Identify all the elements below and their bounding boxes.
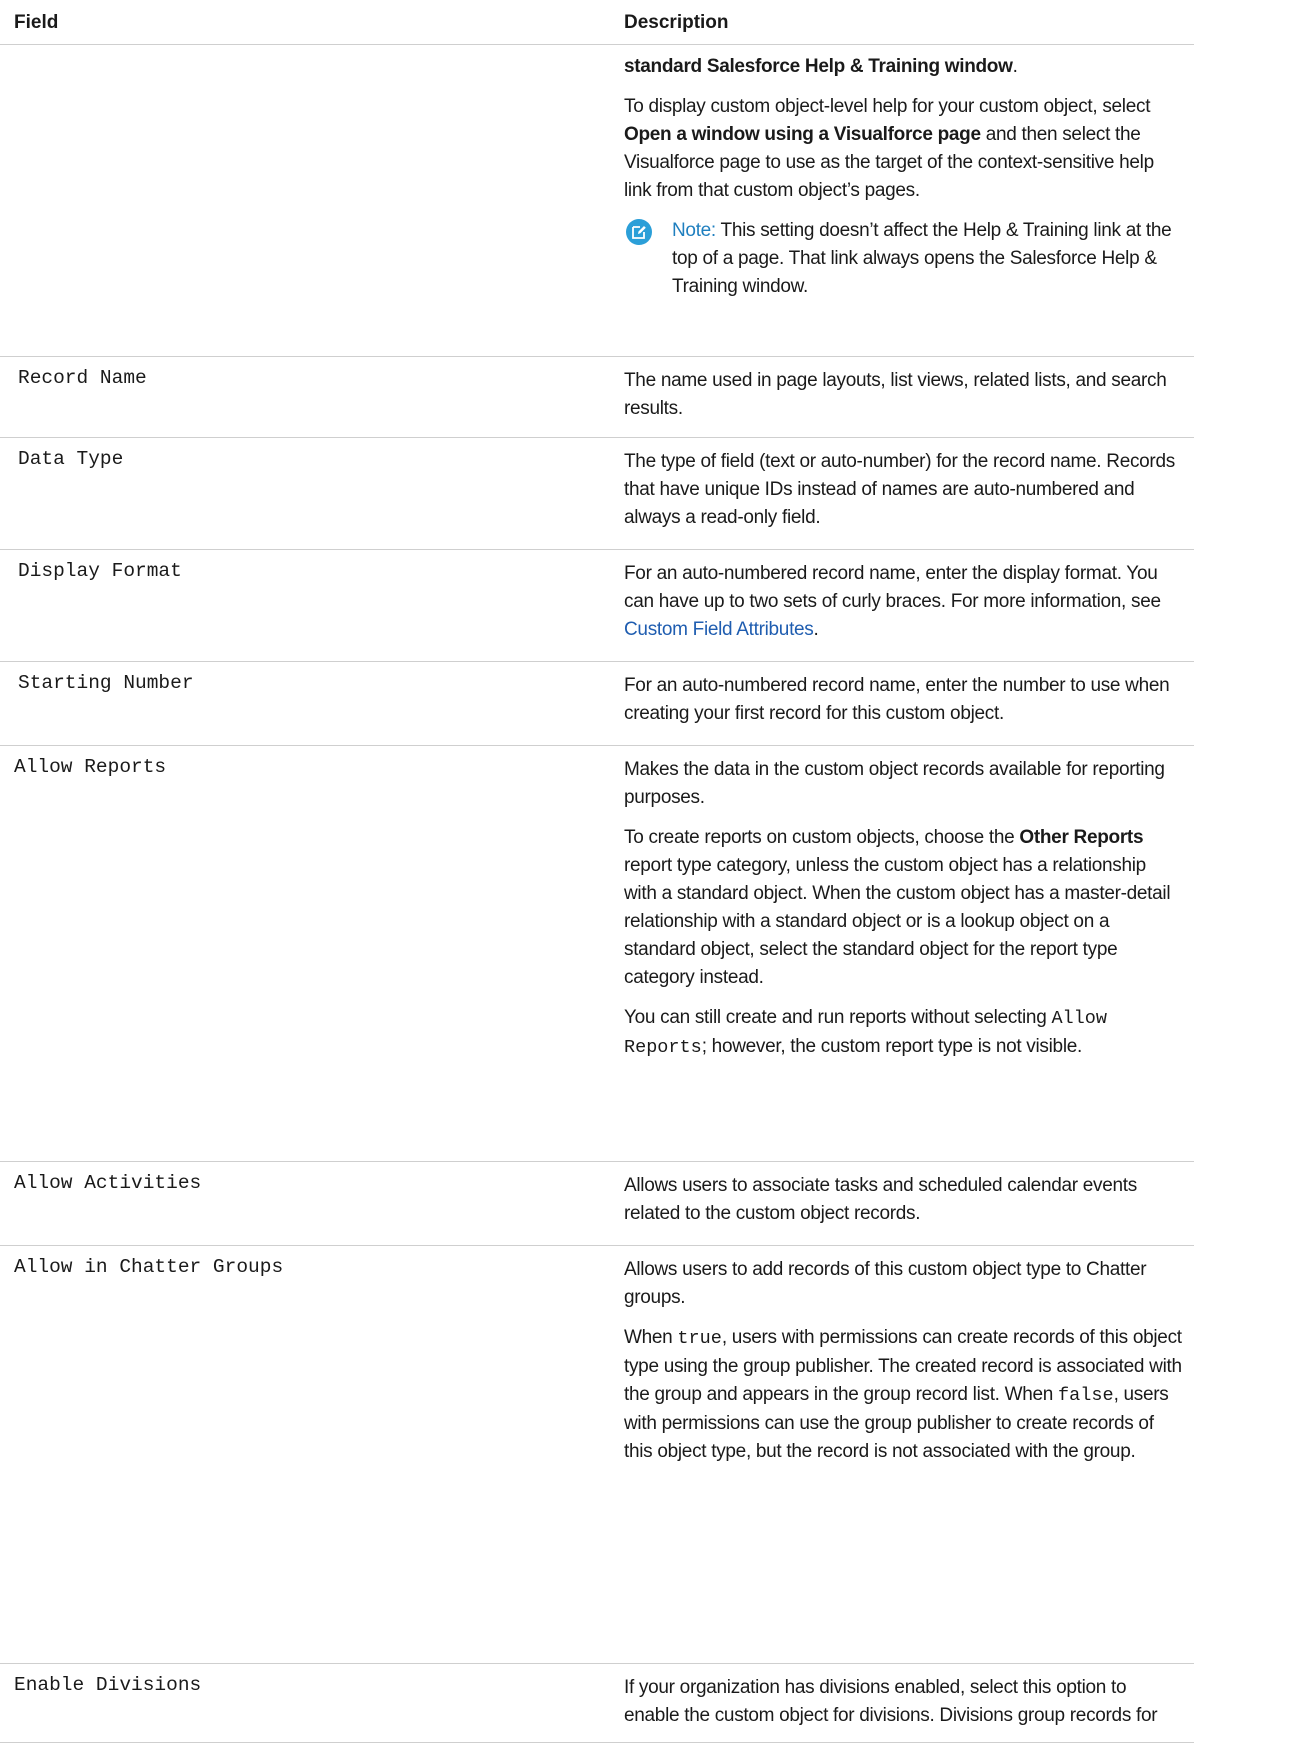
table-header-row: Field Description [0, 0, 1194, 45]
description-cell: For an auto-numbered record name, enter … [610, 661, 1194, 746]
table-row: Allow Activities Allows users to associa… [0, 1161, 1194, 1246]
description-paragraph: standard Salesforce Help & Training wind… [624, 56, 1018, 77]
table-row: Allow in Chatter Groups Allows users to … [0, 1245, 1194, 1664]
description-paragraph: To display custom object-level help for … [624, 96, 1154, 201]
field-name: Data Type [0, 437, 610, 550]
table-row: Data Type The type of field (text or aut… [0, 437, 1194, 550]
custom-field-attributes-link[interactable]: Custom Field Attributes [624, 619, 814, 640]
field-name: Starting Number [0, 661, 610, 746]
table-row: Display Format For an auto-numbered reco… [0, 549, 1194, 662]
note-label: Note: [672, 220, 716, 241]
field-cell-empty [0, 44, 610, 357]
table-row: Record Name The name used in page layout… [0, 356, 1194, 438]
edit-note-icon [626, 219, 652, 245]
description-cell: The type of field (text or auto-number) … [610, 437, 1194, 550]
field-description-table: Field Description standard Salesforce He… [0, 0, 1194, 1743]
field-name: Record Name [0, 356, 610, 438]
field-name: Enable Divisions [0, 1663, 610, 1743]
document-page: Field Description standard Salesforce He… [0, 0, 1307, 1743]
table-row: Allow Reports Makes the data in the cust… [0, 745, 1194, 1162]
description-cell: The name used in page layouts, list view… [610, 356, 1194, 438]
description-cell: If your organization has divisions enabl… [610, 1663, 1194, 1743]
table-row: Starting Number For an auto-numbered rec… [0, 661, 1194, 746]
description-cell: For an auto-numbered record name, enter … [610, 549, 1194, 662]
description-cell: Allows users to associate tasks and sche… [610, 1161, 1194, 1246]
note-text: This setting doesn’t affect the Help & T… [672, 220, 1172, 297]
field-name: Display Format [0, 549, 610, 662]
field-name: Allow in Chatter Groups [0, 1245, 610, 1664]
column-header-field: Field [0, 0, 610, 45]
description-cell: Makes the data in the custom object reco… [610, 745, 1194, 1162]
table-row: standard Salesforce Help & Training wind… [0, 44, 1194, 357]
field-name: Allow Reports [0, 745, 610, 1162]
description-cell: standard Salesforce Help & Training wind… [610, 44, 1194, 357]
field-name: Allow Activities [0, 1161, 610, 1246]
table-row: Enable Divisions If your organization ha… [0, 1663, 1194, 1743]
column-header-description: Description [610, 0, 1194, 45]
note-callout: Note: This setting doesn’t affect the He… [624, 217, 1182, 301]
description-cell: Allows users to add records of this cust… [610, 1245, 1194, 1664]
